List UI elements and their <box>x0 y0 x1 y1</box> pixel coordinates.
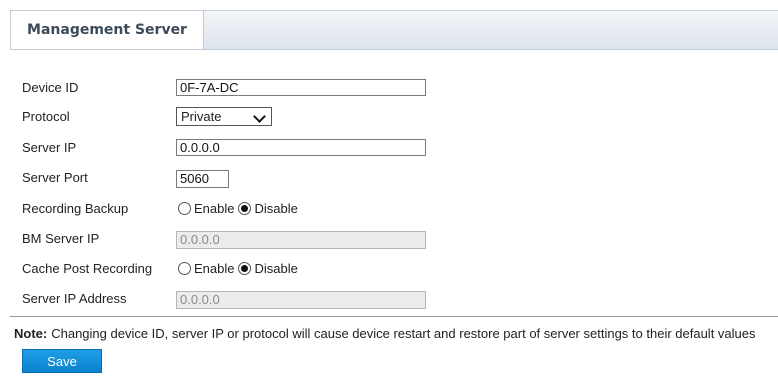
cache-post-recording-disable-label[interactable]: Disable <box>254 261 297 276</box>
server-port-row: Server Port 5060 <box>0 166 778 190</box>
server-ip-address-row: Server IP Address 0.0.0.0 <box>0 287 778 311</box>
device-id-row: Device ID 0F-7A-DC <box>0 76 778 100</box>
recording-backup-row: Recording Backup Enable Disable <box>0 197 778 221</box>
device-id-input[interactable]: 0F-7A-DC <box>176 79 426 96</box>
cache-post-recording-enable-radio[interactable] <box>178 262 191 275</box>
bm-server-ip-input: 0.0.0.0 <box>176 231 426 249</box>
divider <box>10 316 778 317</box>
note-text: Note: Changing device ID, server IP or pr… <box>14 326 756 341</box>
server-ip-address-label: Server IP Address <box>22 291 127 306</box>
cache-post-recording-enable-label[interactable]: Enable <box>194 261 234 276</box>
server-port-label: Server Port <box>22 170 88 185</box>
protocol-select-value: Private <box>181 109 222 124</box>
recording-backup-disable-label[interactable]: Disable <box>254 201 297 216</box>
bm-server-ip-row: BM Server IP 0.0.0.0 <box>0 227 778 251</box>
tab-bar: Management Server <box>10 10 778 50</box>
cache-post-recording-disable-radio[interactable] <box>238 262 252 275</box>
device-id-label: Device ID <box>22 80 79 95</box>
note-body: Changing device ID, server IP or protoco… <box>51 326 756 341</box>
recording-backup-enable-radio[interactable] <box>178 202 191 215</box>
recording-backup-disable-radio[interactable] <box>238 202 252 215</box>
bm-server-ip-label: BM Server IP <box>22 231 100 246</box>
save-button[interactable]: Save <box>22 349 102 373</box>
cache-post-recording-label: Cache Post Recording <box>22 261 153 276</box>
recording-backup-enable-label[interactable]: Enable <box>194 201 234 216</box>
cache-post-recording-row: Cache Post Recording Enable Disable <box>0 257 778 281</box>
note-prefix: Note: <box>14 326 48 341</box>
server-ip-label: Server IP <box>22 140 77 155</box>
protocol-select[interactable]: Private <box>176 107 272 126</box>
tab-management-server[interactable]: Management Server <box>10 10 204 49</box>
recording-backup-label: Recording Backup <box>22 201 129 216</box>
server-ip-address-input: 0.0.0.0 <box>176 291 426 309</box>
cache-post-recording-radio-group: Enable Disable <box>178 261 302 276</box>
protocol-label: Protocol <box>22 109 70 124</box>
chevron-down-icon <box>253 110 266 123</box>
server-port-input[interactable]: 5060 <box>176 170 229 188</box>
server-ip-row: Server IP 0.0.0.0 <box>0 136 778 160</box>
server-ip-input[interactable]: 0.0.0.0 <box>176 139 426 156</box>
protocol-row: Protocol Private <box>0 105 778 129</box>
recording-backup-radio-group: Enable Disable <box>178 201 302 216</box>
